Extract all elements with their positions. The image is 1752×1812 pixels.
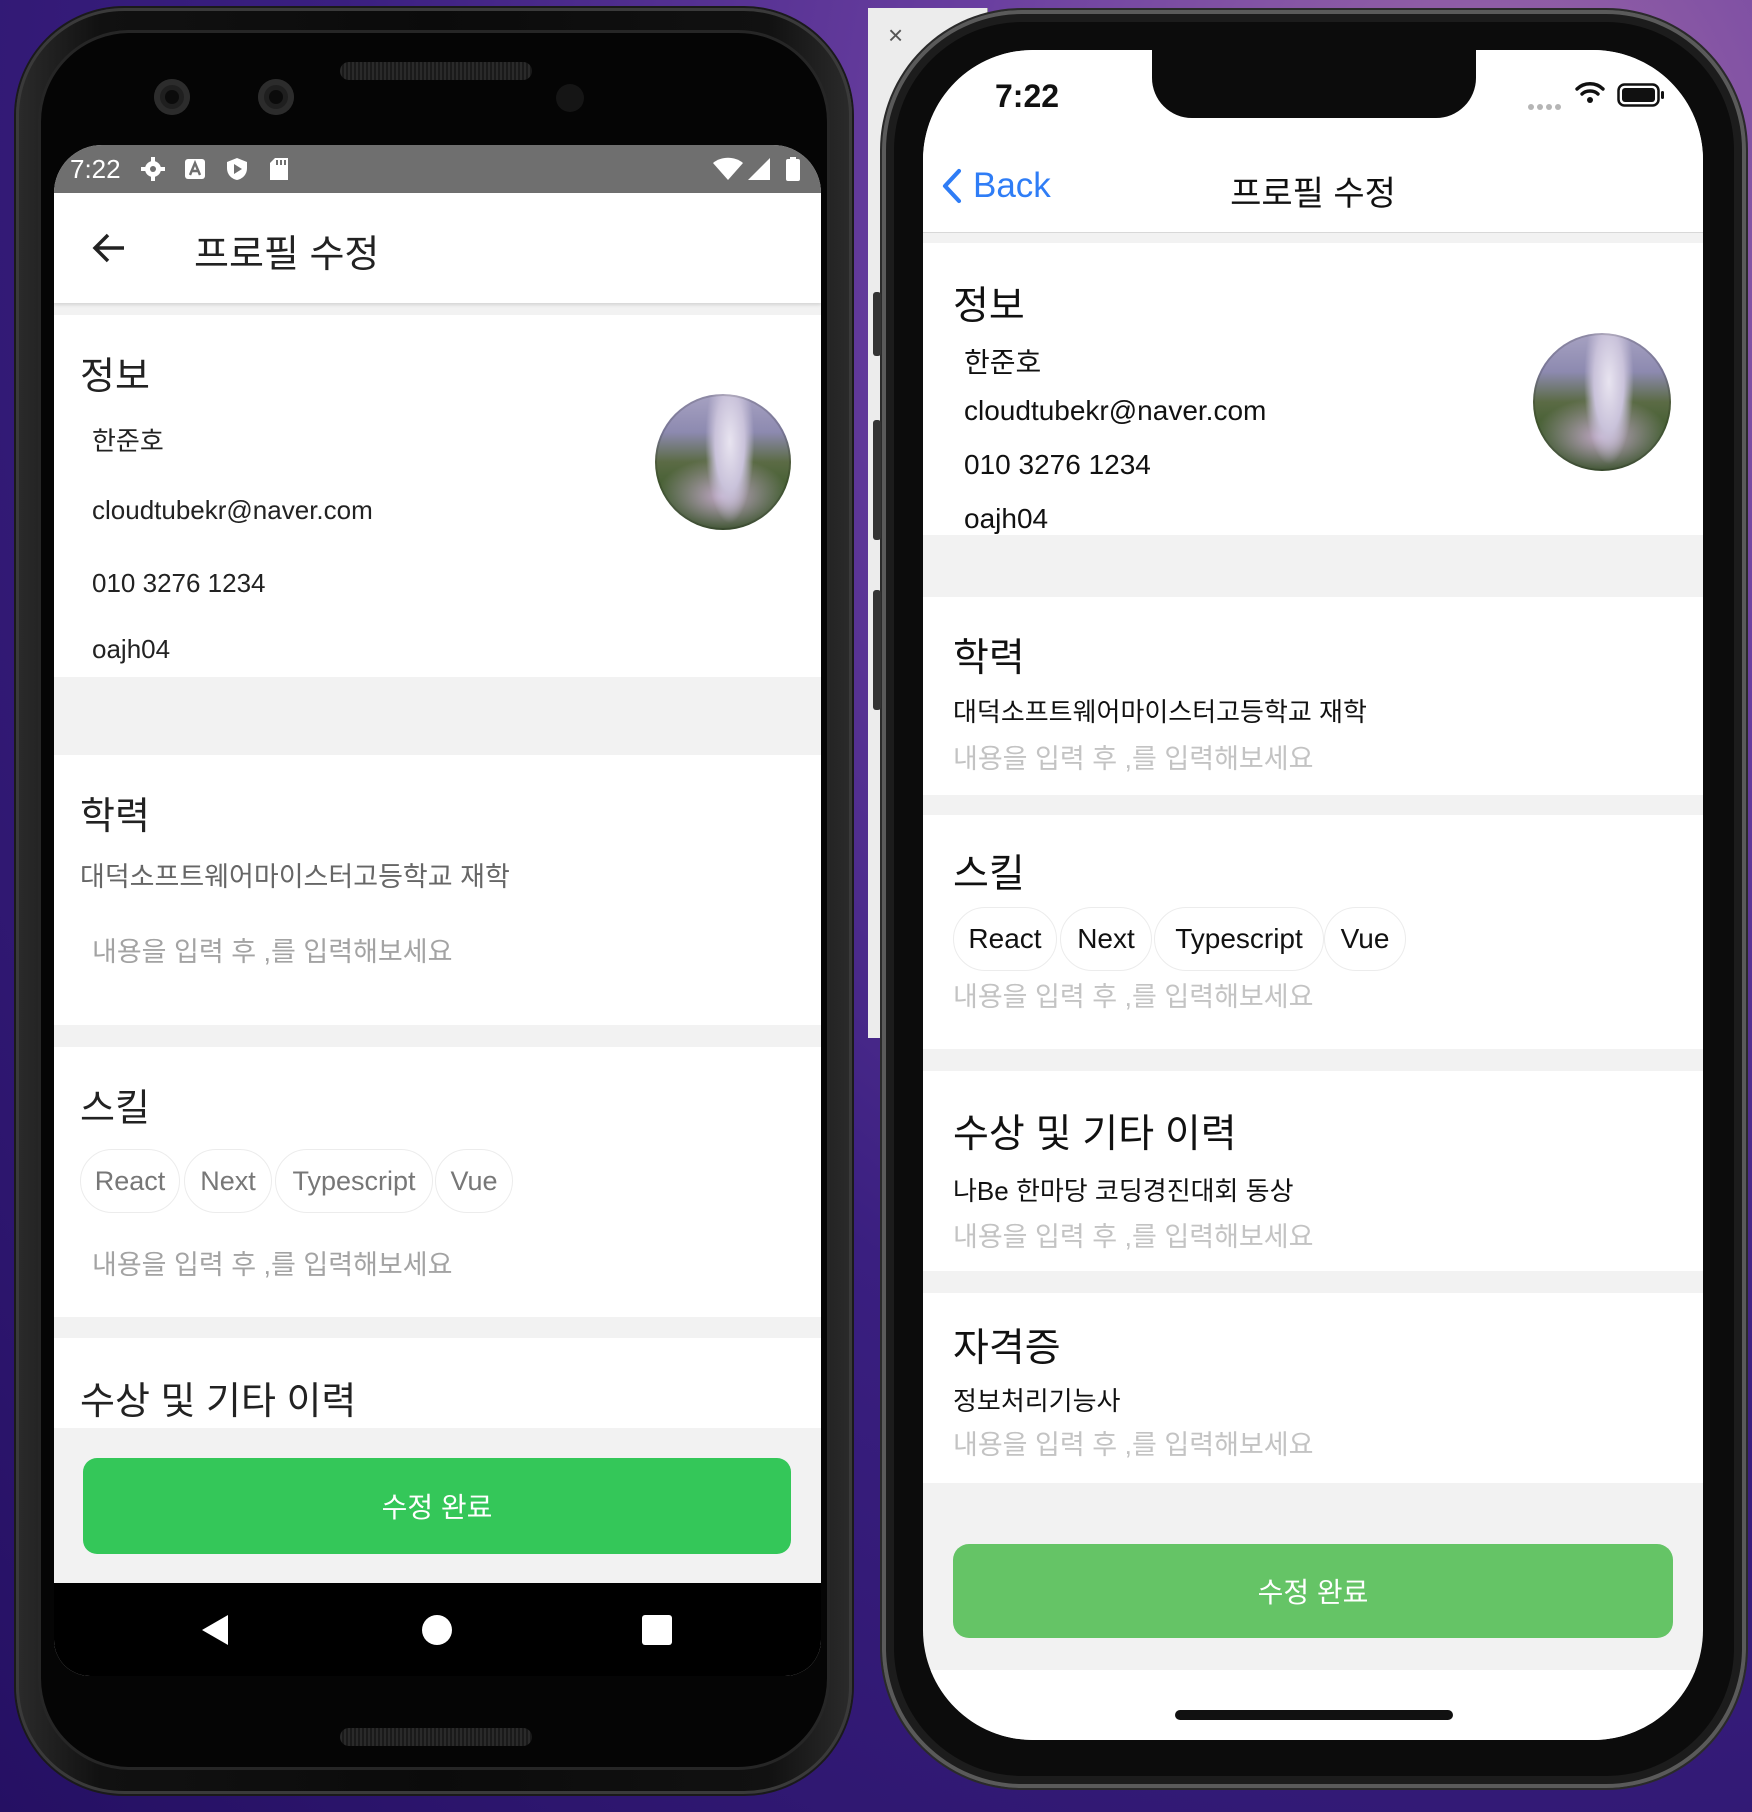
skill-chip[interactable]: React — [953, 907, 1057, 971]
keyboard-a-icon — [183, 157, 207, 181]
education-section: 학력 대덕소프트웨어마이스터고등학교 재학 내용을 입력 후 ,를 입력해보세요 — [54, 755, 821, 1025]
play-protect-icon — [225, 157, 249, 181]
device-notch — [1152, 50, 1476, 118]
certificates-input[interactable]: 내용을 입력 후 ,를 입력해보세요 — [953, 1423, 1313, 1462]
skill-chip[interactable]: Next — [184, 1149, 272, 1213]
certificates-heading: 자격증 — [953, 1327, 1061, 1370]
info-section: 정보 한준호 cloudtubekr@naver.com 010 3276 12… — [54, 315, 821, 677]
wifi-icon — [1574, 80, 1606, 109]
back-arrow-icon[interactable] — [84, 223, 134, 273]
username-field[interactable]: oajh04 — [92, 634, 170, 665]
info-heading: 정보 — [953, 285, 1025, 328]
skills-heading: 스킬 — [80, 1088, 150, 1130]
education-item: 대덕소프트웨어마이스터고등학교 재학 — [80, 862, 510, 892]
top-speaker-grille — [340, 62, 532, 80]
skills-section: 스킬 React Next Typescript Vue 내용을 입력 후 ,를… — [923, 815, 1703, 1049]
status-time: 7:22 — [995, 78, 1060, 114]
cell-signal-icon — [1527, 98, 1563, 116]
android-nav-bar — [54, 1583, 821, 1676]
education-item: 대덕소프트웨어마이스터고등학교 재학 — [953, 697, 1367, 727]
volume-down-button — [873, 590, 881, 710]
sd-card-icon — [267, 157, 291, 181]
name-field[interactable]: 한준호 — [964, 341, 1041, 381]
profile-avatar[interactable] — [1533, 333, 1671, 471]
certificates-item: 정보처리기능사 — [953, 1386, 1121, 1416]
awards-heading: 수상 및 기타 이력 — [80, 1381, 357, 1423]
education-heading: 학력 — [953, 637, 1025, 680]
nav-back-icon[interactable] — [200, 1613, 230, 1652]
submit-button[interactable]: 수정 완료 — [953, 1544, 1673, 1638]
submit-button[interactable]: 수정 완료 — [83, 1458, 791, 1554]
proximity-sensor — [556, 84, 584, 112]
education-input[interactable]: 내용을 입력 후 ,를 입력해보세요 — [953, 737, 1313, 776]
front-sensor-icon — [258, 79, 294, 115]
bottom-speaker-grille — [340, 1728, 532, 1746]
profile-avatar[interactable] — [655, 394, 791, 530]
username-field[interactable]: oajh04 — [964, 503, 1048, 535]
cell-signal-icon — [747, 157, 771, 181]
front-camera-icon — [154, 79, 190, 115]
education-heading: 학력 — [80, 796, 150, 838]
education-section: 학력 대덕소프트웨어마이스터고등학교 재학 내용을 입력 후 ,를 입력해보세요 — [923, 597, 1703, 795]
skill-chip[interactable]: Next — [1060, 907, 1152, 971]
info-heading: 정보 — [80, 356, 150, 398]
settings-icon — [140, 157, 165, 181]
wifi-icon — [713, 157, 743, 181]
phone-field[interactable]: 010 3276 1234 — [92, 568, 266, 599]
skills-section: 스킬 React Next Typescript Vue 내용을 입력 후 ,를… — [54, 1047, 821, 1317]
email-field[interactable]: cloudtubekr@naver.com — [92, 495, 373, 526]
battery-icon — [1617, 83, 1665, 112]
nav-recents-icon[interactable] — [642, 1615, 672, 1645]
page-title: 프로필 수정 — [1230, 175, 1396, 213]
skills-input[interactable]: 내용을 입력 후 ,를 입력해보세요 — [953, 975, 1313, 1014]
skill-chip[interactable]: Vue — [435, 1149, 513, 1213]
android-app-bar: 프로필 수정 — [54, 193, 821, 303]
education-input[interactable]: 내용을 입력 후 ,를 입력해보세요 — [92, 930, 452, 969]
ios-screen: 7:22 Back 프로필 수정 정보 한준호 cloudtubekr@nave… — [923, 50, 1703, 1740]
email-field[interactable]: cloudtubekr@naver.com — [964, 395, 1266, 427]
silent-switch — [873, 292, 881, 356]
android-screen: 7:22 프로필 수정 정보 한준호 cloudtubekr@naver.com… — [54, 145, 821, 1676]
skill-chip[interactable]: Typescript — [275, 1149, 433, 1213]
awards-item: 나Be 한마당 코딩경진대회 동상 — [953, 1176, 1294, 1206]
skills-input[interactable]: 내용을 입력 후 ,를 입력해보세요 — [92, 1243, 452, 1282]
awards-heading: 수상 및 기타 이력 — [953, 1113, 1237, 1156]
skill-chip[interactable]: Typescript — [1154, 907, 1324, 971]
battery-icon — [781, 157, 805, 181]
volume-up-button — [873, 420, 881, 540]
skill-chip[interactable]: React — [80, 1149, 180, 1213]
android-status-bar: 7:22 — [54, 145, 821, 193]
close-icon[interactable]: × — [888, 20, 903, 51]
skill-chip[interactable]: Vue — [1324, 907, 1406, 971]
certificates-section: 자격증 정보처리기능사 내용을 입력 후 ,를 입력해보세요 — [923, 1293, 1703, 1483]
home-indicator[interactable] — [1175, 1710, 1453, 1720]
awards-section: 수상 및 기타 이력 나Be 한마당 코딩경진대회 동상 내용을 입력 후 ,를… — [923, 1071, 1703, 1271]
skills-heading: 스킬 — [953, 853, 1025, 896]
home-indicator-area — [923, 1670, 1703, 1740]
page-title: 프로필 수정 — [194, 234, 380, 276]
info-section: 정보 한준호 cloudtubekr@naver.com 010 3276 12… — [923, 243, 1703, 535]
nav-home-icon[interactable] — [422, 1615, 452, 1645]
phone-field[interactable]: 010 3276 1234 — [964, 449, 1151, 481]
status-time: 7:22 — [70, 153, 121, 184]
name-field[interactable]: 한준호 — [92, 421, 164, 458]
awards-input[interactable]: 내용을 입력 후 ,를 입력해보세요 — [953, 1215, 1313, 1254]
